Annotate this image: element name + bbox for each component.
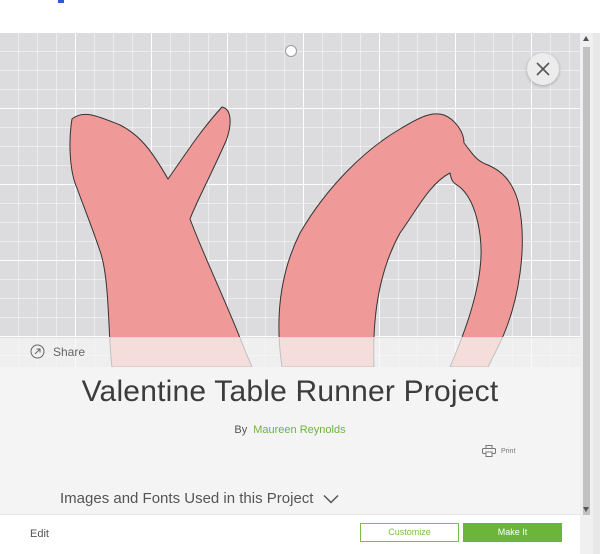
scroll-up-icon[interactable] (583, 36, 589, 41)
author-link[interactable]: Maureen Reynolds (253, 424, 345, 436)
project-modal: Share Valentine Table Runner Project By M… (0, 33, 580, 554)
close-icon (536, 62, 550, 76)
preview-shapes (69, 106, 523, 367)
letter-shape-o (278, 113, 523, 367)
project-title: Valentine Table Runner Project (81, 375, 499, 408)
make-it-button[interactable]: Make It (463, 523, 562, 542)
share-link[interactable]: Share (30, 344, 85, 359)
by-label: By (234, 424, 248, 436)
scroll-down-icon[interactable] (583, 507, 589, 512)
link-fragment (58, 0, 64, 3)
share-label: Share (53, 344, 86, 359)
edit-link[interactable]: Edit (30, 528, 49, 540)
scrollbar-thumb[interactable] (583, 47, 590, 515)
chevron-down-icon (323, 494, 339, 504)
page-edge (593, 33, 600, 554)
close-button[interactable] (527, 53, 559, 85)
share-icon (30, 344, 45, 359)
project-preview-canvas (0, 33, 580, 367)
modal-footer: Edit Customize Make It (0, 514, 580, 554)
top-strip (0, 0, 600, 33)
letter-shape-x (69, 106, 253, 367)
images-fonts-toggle[interactable]: Images and Fonts Used in this Project (60, 490, 339, 507)
project-info: Valentine Table Runner Project By Maureen… (0, 367, 580, 514)
customize-button[interactable]: Customize (360, 523, 459, 542)
print-icon (482, 445, 496, 457)
images-fonts-label: Images and Fonts Used in this Project (60, 490, 314, 507)
scrollbar[interactable] (580, 33, 593, 554)
print-button[interactable]: Print (482, 445, 515, 457)
share-bar: Share (0, 337, 580, 368)
byline: By Maureen Reynolds (0, 424, 580, 436)
print-label: Print (501, 447, 516, 455)
rotate-handle[interactable] (285, 45, 297, 57)
